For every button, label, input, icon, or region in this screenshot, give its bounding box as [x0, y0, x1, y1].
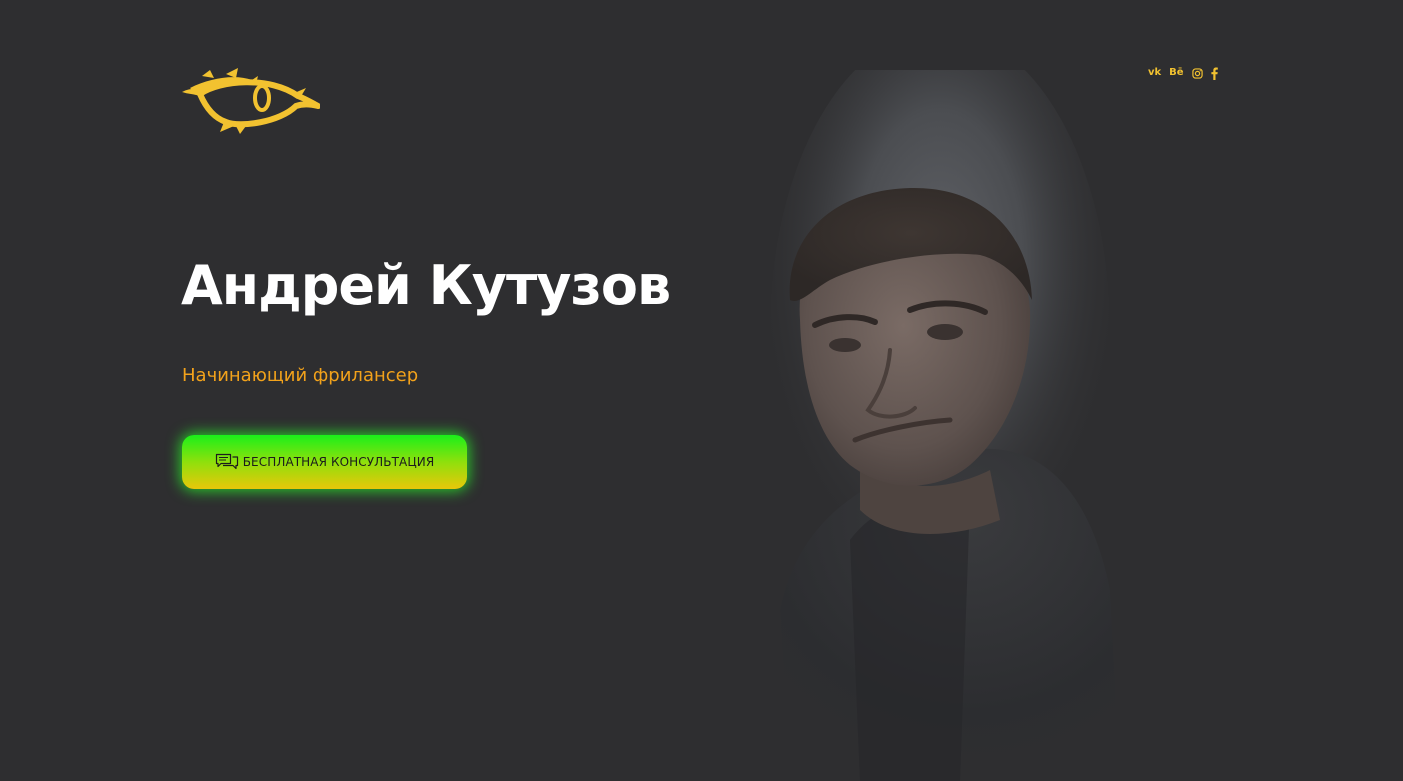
social-links: vk Bē [1148, 66, 1218, 80]
instagram-icon[interactable] [1191, 66, 1203, 80]
eye-logo-icon [182, 68, 321, 134]
hero-subtitle: Начинающий фрилансер [182, 365, 419, 386]
vk-icon[interactable]: vk [1148, 66, 1161, 80]
free-consultation-button[interactable]: БЕСПЛАТНАЯ КОНСУЛЬТАЦИЯ [182, 435, 467, 489]
behance-icon[interactable]: Bē [1169, 66, 1183, 80]
free-consultation-label: БЕСПЛАТНАЯ КОНСУЛЬТАЦИЯ [242, 455, 435, 469]
chat-bubbles-icon [215, 452, 239, 472]
hero-title: Андрей Кутузов [181, 254, 671, 317]
facebook-icon[interactable] [1210, 66, 1218, 80]
portrait-photo [770, 70, 1120, 781]
site-logo[interactable] [180, 66, 321, 136]
page: vk Bē Андрей Кутузов Начинающий фрилансе… [0, 0, 1403, 781]
